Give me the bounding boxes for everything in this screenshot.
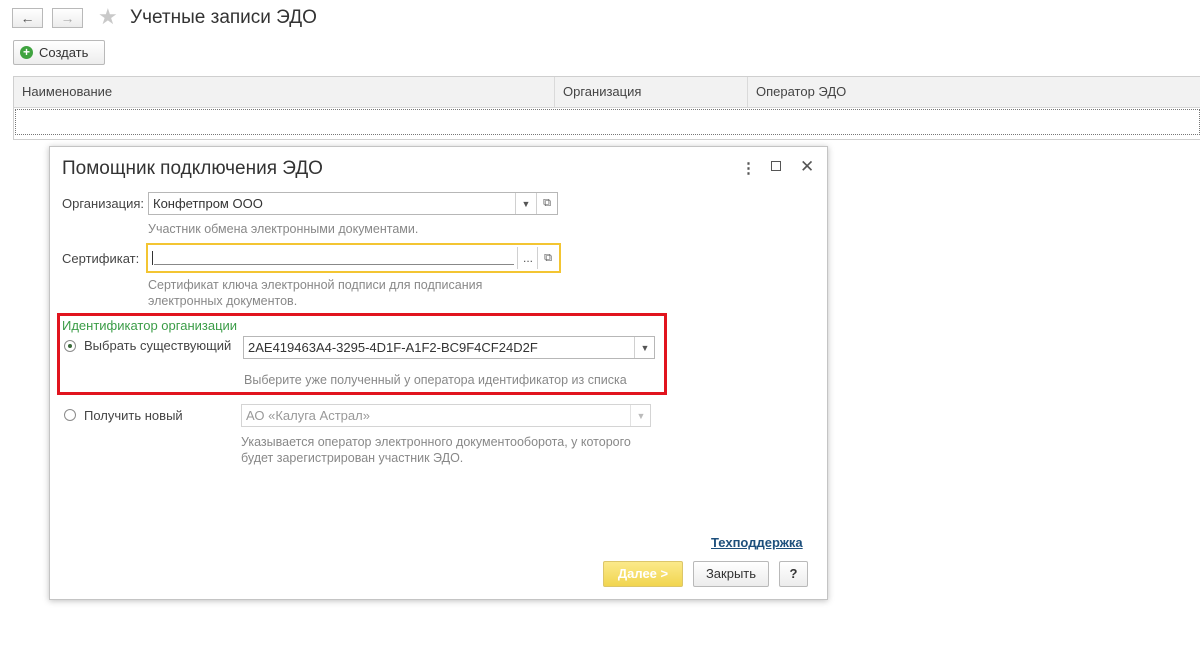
certificate-hint: Сертификат ключа электронной подписи для… [148, 277, 482, 309]
table-row[interactable] [15, 109, 1200, 135]
help-button[interactable]: ? [779, 561, 808, 587]
close-icon[interactable]: ✕ [800, 157, 814, 177]
accounts-table: Наименование Организация Оператор ЭДО [13, 76, 1200, 140]
arrow-right-icon: → [60, 10, 75, 26]
certificate-underline [154, 264, 514, 265]
arrow-left-icon: ← [20, 10, 35, 26]
organization-field[interactable]: Конфетпром ООО ▼ ⧉ [148, 192, 558, 215]
highlight-box [57, 313, 667, 395]
certificate-field[interactable]: ... ⧉ [146, 243, 561, 273]
column-header-organization[interactable]: Организация [554, 77, 747, 107]
organization-value: Конфетпром ООО [153, 196, 263, 211]
certificate-hint-line2: электронных документов. [148, 294, 298, 308]
certificate-label: Сертификат: [62, 251, 140, 266]
operator-hint-line1: Указывается оператор электронного докуме… [241, 435, 631, 449]
operator-hint-line2: будет зарегистрирован участник ЭДО. [241, 451, 464, 465]
organization-label: Организация: [62, 196, 145, 211]
dialog-title: Помощник подключения ЭДО [62, 158, 323, 179]
close-button[interactable]: Закрыть [693, 561, 769, 587]
new-label[interactable]: Получить новый [84, 408, 183, 423]
certificate-value [152, 251, 153, 265]
column-header-name[interactable]: Наименование [14, 77, 554, 107]
create-button[interactable]: + Создать [13, 40, 105, 65]
operator-value: АО «Калуга Астрал» [246, 408, 370, 423]
select-button[interactable]: ... [517, 247, 538, 269]
column-header-operator[interactable]: Оператор ЭДО [747, 77, 1200, 107]
operator-hint: Указывается оператор электронного докуме… [241, 434, 631, 466]
support-link[interactable]: Техподдержка [711, 535, 803, 550]
open-icon[interactable]: ⧉ [536, 193, 557, 214]
edo-connection-dialog: Помощник подключения ЭДО ⋮ ✕ Организация… [49, 146, 828, 600]
table-header: Наименование Организация Оператор ЭДО [14, 77, 1200, 108]
next-button[interactable]: Далее > [603, 561, 683, 587]
page-title: Учетные записи ЭДО [130, 7, 317, 28]
plus-icon: + [20, 46, 33, 59]
organization-hint: Участник обмена электронными документами… [148, 222, 419, 236]
certificate-hint-line1: Сертификат ключа электронной подписи для… [148, 278, 483, 292]
operator-field[interactable]: АО «Калуга Астрал» ▼ [241, 404, 651, 427]
dropdown-arrow-icon[interactable]: ▼ [630, 405, 651, 426]
more-icon[interactable]: ⋮ [741, 159, 756, 177]
forward-button[interactable]: → [52, 8, 83, 28]
create-button-label: Создать [39, 45, 89, 60]
dropdown-arrow-icon[interactable]: ▼ [515, 193, 536, 214]
radio-new[interactable] [64, 409, 76, 421]
star-icon[interactable]: ★ [98, 6, 118, 28]
back-button[interactable]: ← [12, 8, 43, 28]
maximize-icon[interactable] [771, 161, 781, 171]
open-icon[interactable]: ⧉ [537, 247, 558, 269]
